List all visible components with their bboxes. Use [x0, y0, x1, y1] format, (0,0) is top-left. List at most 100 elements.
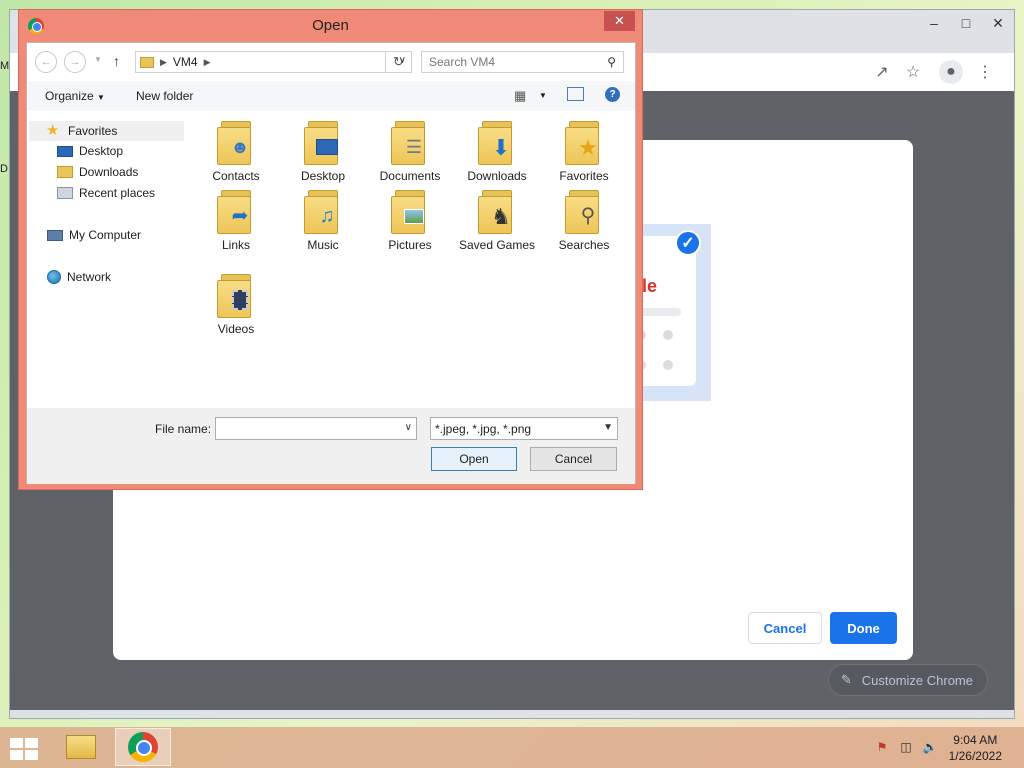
file-list: ☻ Contacts Desktop ☰ Documents ⬇ Downloa…	[192, 111, 635, 408]
pictures-folder-icon	[391, 190, 429, 234]
nav-label: Favorites	[68, 124, 118, 138]
taskbar: ⚑ ◫ 🔈 9:04 AM 1/26/2022	[0, 727, 1024, 768]
modal-done-button[interactable]: Done	[830, 612, 897, 644]
theme-preview-card[interactable]: le	[636, 224, 711, 401]
file-item-downloads[interactable]: ⬇ Downloads	[457, 121, 537, 184]
search-placeholder: Search VM4	[429, 55, 496, 69]
bookmark-star-icon[interactable]: ☆	[901, 60, 925, 84]
view-options-icon[interactable]: ▦	[514, 88, 526, 104]
favorites-folder-icon: ★	[565, 121, 603, 165]
system-clock[interactable]: 9:04 AM 1/26/2022	[949, 732, 1002, 764]
navigation-pane: ★ Favorites Desktop Downloads Recent pla…	[27, 111, 192, 408]
taskbar-file-explorer[interactable]	[53, 728, 109, 766]
back-arrow-icon[interactable]: ←	[35, 51, 57, 73]
file-item-saved-games[interactable]: ♞ Saved Games	[457, 190, 537, 253]
nav-label: Downloads	[79, 165, 139, 179]
file-label: Downloads	[467, 169, 527, 183]
theme-preview-text: le	[642, 276, 658, 296]
network-icon	[47, 270, 61, 284]
desktop-icon-label: D	[0, 163, 8, 175]
profile-avatar-icon[interactable]: ●	[939, 60, 963, 84]
chevron-down-icon: ▼	[97, 93, 105, 102]
theme-preview-dot	[663, 330, 673, 340]
minimize-icon[interactable]: –	[918, 10, 950, 36]
address-bar[interactable]: ▶ VM4 ▶ ∨	[135, 51, 412, 73]
file-label: Saved Games	[458, 238, 536, 252]
dialog-title: Open	[312, 17, 349, 34]
breadcrumb-separator-icon[interactable]: ▶	[204, 57, 211, 68]
close-icon[interactable]: ✕	[982, 10, 1014, 36]
file-type-select[interactable]: *.jpeg, *.jpg, *.png ▼	[430, 417, 618, 440]
nav-item-favorites[interactable]: ★ Favorites	[29, 121, 184, 141]
customize-chrome-label: Customize Chrome	[861, 672, 973, 688]
maximize-icon[interactable]: □	[950, 10, 982, 36]
folder-icon	[140, 56, 154, 68]
nav-item-downloads[interactable]: Downloads	[57, 165, 138, 179]
nav-label: My Computer	[69, 228, 142, 242]
desktop-folder-icon	[304, 121, 342, 165]
organize-button[interactable]: Organize ▼	[45, 89, 105, 103]
nav-item-recent-places[interactable]: Recent places	[57, 186, 155, 200]
file-item-links[interactable]: ➦ Links	[196, 190, 276, 253]
clock-date: 1/26/2022	[948, 749, 1002, 763]
file-item-videos[interactable]: Videos	[196, 274, 276, 337]
taskbar-chrome[interactable]	[115, 728, 171, 766]
forward-arrow-icon[interactable]: →	[64, 51, 86, 73]
nav-label: Desktop	[79, 144, 124, 158]
open-button[interactable]: Open	[431, 447, 517, 471]
modal-cancel-button[interactable]: Cancel	[748, 612, 822, 644]
nav-item-network[interactable]: Network	[47, 270, 111, 284]
windows-start-icon[interactable]	[10, 738, 38, 760]
action-center-flag-icon[interactable]: ⚑	[874, 740, 890, 754]
share-icon[interactable]: ↗	[870, 60, 894, 84]
dialog-body: ← → ▼ ↑ ▶ VM4 ▶ ∨ ↻ Search VM4 ⚲ Organiz…	[26, 42, 636, 484]
checkmark-icon: ✓	[675, 230, 701, 256]
view-chevron-down-icon[interactable]: ▼	[539, 91, 547, 100]
file-item-documents[interactable]: ☰ Documents	[370, 121, 450, 184]
file-name-field[interactable]: ∨	[215, 417, 417, 440]
customize-chrome-button[interactable]: ✎ Customize Chrome	[827, 664, 988, 696]
refresh-icon[interactable]: ↻	[385, 51, 412, 73]
file-item-pictures[interactable]: Pictures	[370, 190, 450, 253]
file-item-music[interactable]: ♫ Music	[283, 190, 363, 253]
organize-label: Organize	[45, 89, 94, 103]
window-controls: – □ ✕	[918, 10, 1014, 38]
search-icon[interactable]: ⚲	[607, 55, 616, 69]
dialog-footer: File name: ∨ *.jpeg, *.jpg, *.png ▼ Open…	[27, 408, 635, 484]
file-label: Searches	[558, 238, 610, 252]
more-menu-icon[interactable]: ⋮	[973, 60, 997, 84]
file-label: Contacts	[212, 169, 260, 183]
file-item-favorites[interactable]: ★ Favorites	[544, 121, 624, 184]
up-arrow-icon[interactable]: ↑	[113, 53, 120, 69]
file-item-searches[interactable]: ⚲ Searches	[544, 190, 624, 253]
links-folder-icon: ➦	[217, 190, 255, 234]
network-tray-icon[interactable]: ◫	[898, 740, 914, 754]
saved-games-folder-icon: ♞	[478, 190, 516, 234]
videos-folder-icon	[217, 274, 255, 318]
file-label: Pictures	[388, 238, 432, 252]
breadcrumb[interactable]: VM4	[173, 55, 198, 69]
chevron-down-icon[interactable]: ∨	[405, 422, 412, 433]
nav-item-my-computer[interactable]: My Computer	[47, 228, 141, 242]
searches-folder-icon: ⚲	[565, 190, 603, 234]
file-explorer-icon	[66, 735, 96, 759]
file-item-contacts[interactable]: ☻ Contacts	[196, 121, 276, 184]
preview-pane-icon[interactable]	[567, 87, 584, 101]
new-folder-button[interactable]: New folder	[136, 89, 193, 103]
search-input[interactable]: Search VM4 ⚲	[421, 51, 624, 73]
theme-preview-dot	[663, 360, 673, 370]
volume-muted-icon[interactable]: 🔈	[922, 740, 938, 754]
recent-locations-chevron-icon[interactable]: ▼	[94, 55, 102, 64]
help-icon[interactable]: ?	[605, 87, 620, 102]
dialog-close-button[interactable]: ✕	[604, 11, 635, 31]
dialog-title-bar[interactable]: Open ✕	[19, 10, 642, 42]
file-item-desktop[interactable]: Desktop	[283, 121, 363, 184]
file-label: Videos	[217, 322, 255, 336]
music-folder-icon: ♫	[304, 190, 342, 234]
cancel-button[interactable]: Cancel	[530, 447, 617, 471]
downloads-folder-icon: ⬇	[478, 121, 516, 165]
file-type-value: *.jpeg, *.jpg, *.png	[435, 421, 532, 436]
nav-item-desktop[interactable]: Desktop	[57, 144, 123, 158]
file-label: Documents	[379, 169, 441, 183]
contacts-folder-icon: ☻	[217, 121, 255, 165]
